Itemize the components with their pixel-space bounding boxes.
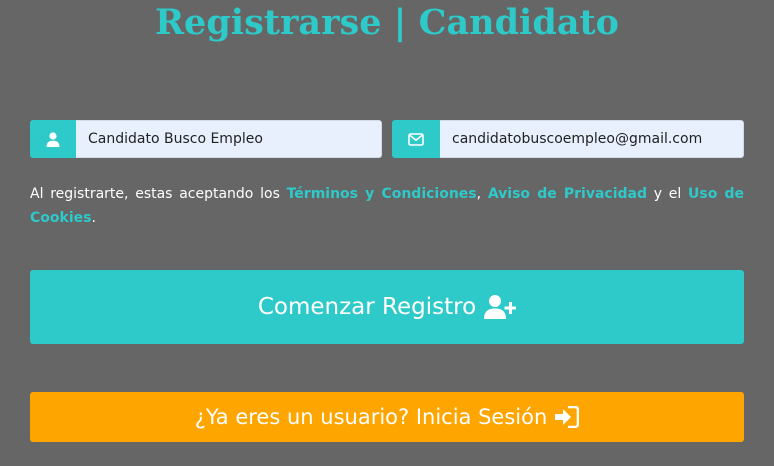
name-input[interactable] — [76, 120, 382, 158]
terms-link[interactable]: Términos y Condiciones — [287, 186, 477, 202]
privacy-link[interactable]: Aviso de Privacidad — [488, 186, 647, 202]
start-registration-button[interactable]: Comenzar Registro — [30, 270, 744, 344]
user-plus-icon — [484, 294, 517, 320]
terms-notice: Al registrarte, estas aceptando los Térm… — [30, 182, 744, 230]
terms-suffix: . — [91, 210, 96, 226]
login-label: ¿Ya eres un usuario? Inicia Sesión — [194, 405, 548, 429]
envelope-icon — [392, 120, 440, 158]
terms-separator: , — [476, 186, 488, 202]
email-input[interactable] — [440, 120, 744, 158]
terms-prefix: Al registrarte, estas aceptando los — [30, 186, 287, 202]
registration-page: Registrarse | Candidato Al registrarte, … — [0, 0, 774, 466]
login-button[interactable]: ¿Ya eres un usuario? Inicia Sesión — [30, 392, 744, 442]
start-registration-label: Comenzar Registro — [257, 294, 477, 320]
terms-conjunction: y el — [647, 186, 688, 202]
page-title: Registrarse | Candidato — [154, 2, 620, 43]
email-field-group — [392, 120, 744, 158]
user-icon — [30, 120, 76, 158]
sign-in-icon — [555, 406, 580, 428]
name-field-group — [30, 120, 382, 158]
